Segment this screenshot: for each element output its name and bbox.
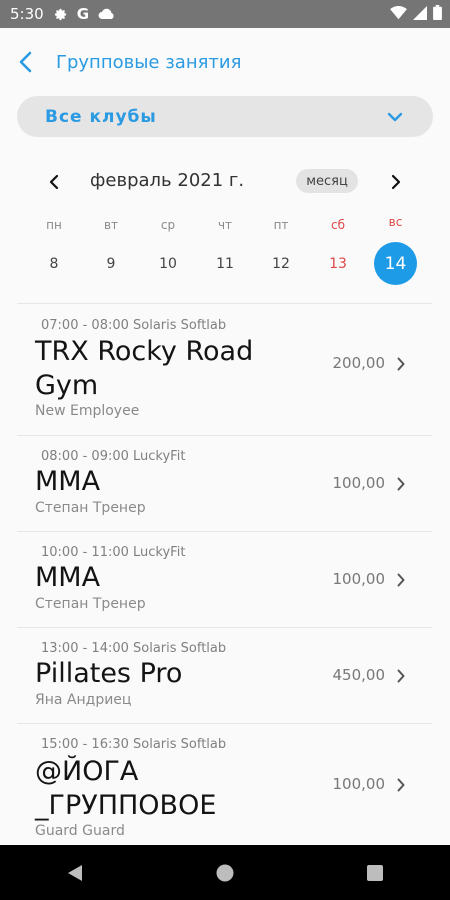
session-list-item[interactable]: 10:00 - 11:00 LuckyFit MMA Степан Тренер…	[0, 532, 450, 627]
session-title: @ЙОГА _ГРУППОВОЕ	[35, 756, 217, 821]
session-time-club: 08:00 - 09:00 LuckyFit	[41, 449, 186, 464]
cloud-icon	[98, 8, 115, 20]
day-number: 9	[106, 256, 116, 272]
battery-icon	[433, 4, 442, 24]
next-week-button[interactable]	[382, 168, 410, 196]
circle-home-icon	[216, 864, 234, 881]
session-title: TRX Rocky Road Gym	[35, 336, 254, 401]
day-cell[interactable]: ср 10	[143, 215, 193, 277]
nav-back-button[interactable]	[55, 853, 95, 893]
day-number: 13	[329, 256, 347, 272]
app-header: Групповые занятия	[0, 28, 450, 96]
system-navigation-bar	[0, 845, 450, 900]
day-of-week: чт	[217, 218, 233, 232]
month-view-toggle[interactable]: месяц	[296, 169, 358, 193]
day-number: 11	[216, 256, 234, 272]
square-recents-icon	[367, 864, 383, 881]
day-number: 8	[49, 256, 59, 272]
session-time-club: 10:00 - 11:00 LuckyFit	[41, 545, 186, 560]
session-price: 450,00	[332, 666, 386, 684]
day-cell[interactable]: пн 8	[29, 215, 79, 277]
nav-recents-button[interactable]	[355, 853, 395, 893]
club-filter-dropdown[interactable]: Все клубы	[17, 96, 433, 137]
session-trainer: Яна Андриец	[35, 692, 132, 708]
session-time-club: 13:00 - 14:00 Solaris Softlab	[41, 641, 227, 656]
month-label: февраль 2021 г.	[90, 170, 245, 191]
nav-home-button[interactable]	[205, 853, 245, 893]
session-title: MMA	[35, 562, 101, 593]
session-list-item[interactable]: 08:00 - 09:00 LuckyFit MMA Степан Тренер…	[0, 436, 450, 531]
chevron-right-icon	[392, 776, 410, 794]
session-title: Pillates Pro	[35, 658, 183, 689]
day-of-week: вс	[388, 215, 403, 229]
status-bar: 5:30 G	[0, 0, 450, 28]
chevron-right-icon	[392, 355, 410, 373]
session-trainer: Степан Тренер	[35, 596, 146, 612]
session-price: 100,00	[332, 474, 386, 492]
chevron-right-icon	[392, 571, 410, 589]
session-trainer: New Employee	[35, 403, 140, 419]
session-list-item[interactable]: 07:00 - 08:00 Solaris Softlab TRX Rocky …	[0, 304, 450, 435]
session-price: 100,00	[332, 775, 386, 793]
session-time-club: 15:00 - 16:30 Solaris Softlab	[41, 737, 227, 752]
session-trainer: Guard Guard	[35, 823, 125, 839]
chevron-right-icon	[391, 174, 401, 190]
session-trainer: Степан Тренер	[35, 500, 146, 516]
session-time-club: 07:00 - 08:00 Solaris Softlab	[41, 318, 227, 333]
page-title: Групповые занятия	[56, 51, 242, 73]
wifi-icon	[390, 5, 407, 24]
day-cell[interactable]: сб 13	[313, 215, 363, 277]
chevron-left-icon	[49, 174, 59, 190]
session-price: 100,00	[332, 570, 386, 588]
chevron-left-icon	[19, 51, 32, 73]
day-of-week: ср	[160, 218, 176, 232]
signal-icon	[413, 5, 427, 24]
settings-gear-icon	[53, 7, 68, 22]
day-of-week: пт	[273, 218, 289, 232]
session-title: MMA	[35, 466, 101, 497]
session-list-item[interactable]: 15:00 - 16:30 Solaris Softlab @ЙОГА _ГРУ…	[0, 724, 450, 845]
chevron-down-icon	[387, 112, 403, 122]
session-list-item[interactable]: 13:00 - 14:00 Solaris Softlab Pillates P…	[0, 628, 450, 723]
day-cell[interactable]: вт 9	[86, 215, 136, 277]
previous-week-button[interactable]	[40, 168, 68, 196]
status-time: 5:30	[10, 5, 44, 23]
chevron-right-icon	[392, 475, 410, 493]
selected-day-number: 14	[384, 253, 407, 274]
day-of-week: пн	[46, 218, 62, 232]
selected-day-cell[interactable]: вс 14	[374, 215, 417, 285]
triangle-back-icon	[68, 864, 82, 881]
session-price: 200,00	[332, 354, 386, 372]
day-number: 12	[272, 256, 290, 272]
month-navigation: февраль 2021 г. месяц	[0, 162, 450, 202]
day-number: 10	[159, 256, 177, 272]
google-icon: G	[76, 5, 89, 23]
day-cell[interactable]: чт 11	[200, 215, 250, 277]
day-cell[interactable]: пт 12	[256, 215, 306, 277]
day-of-week: вт	[103, 218, 119, 232]
back-button[interactable]	[6, 43, 44, 81]
club-filter-value: Все клубы	[45, 106, 157, 127]
day-of-week: сб	[331, 218, 345, 232]
chevron-right-icon	[392, 667, 410, 685]
